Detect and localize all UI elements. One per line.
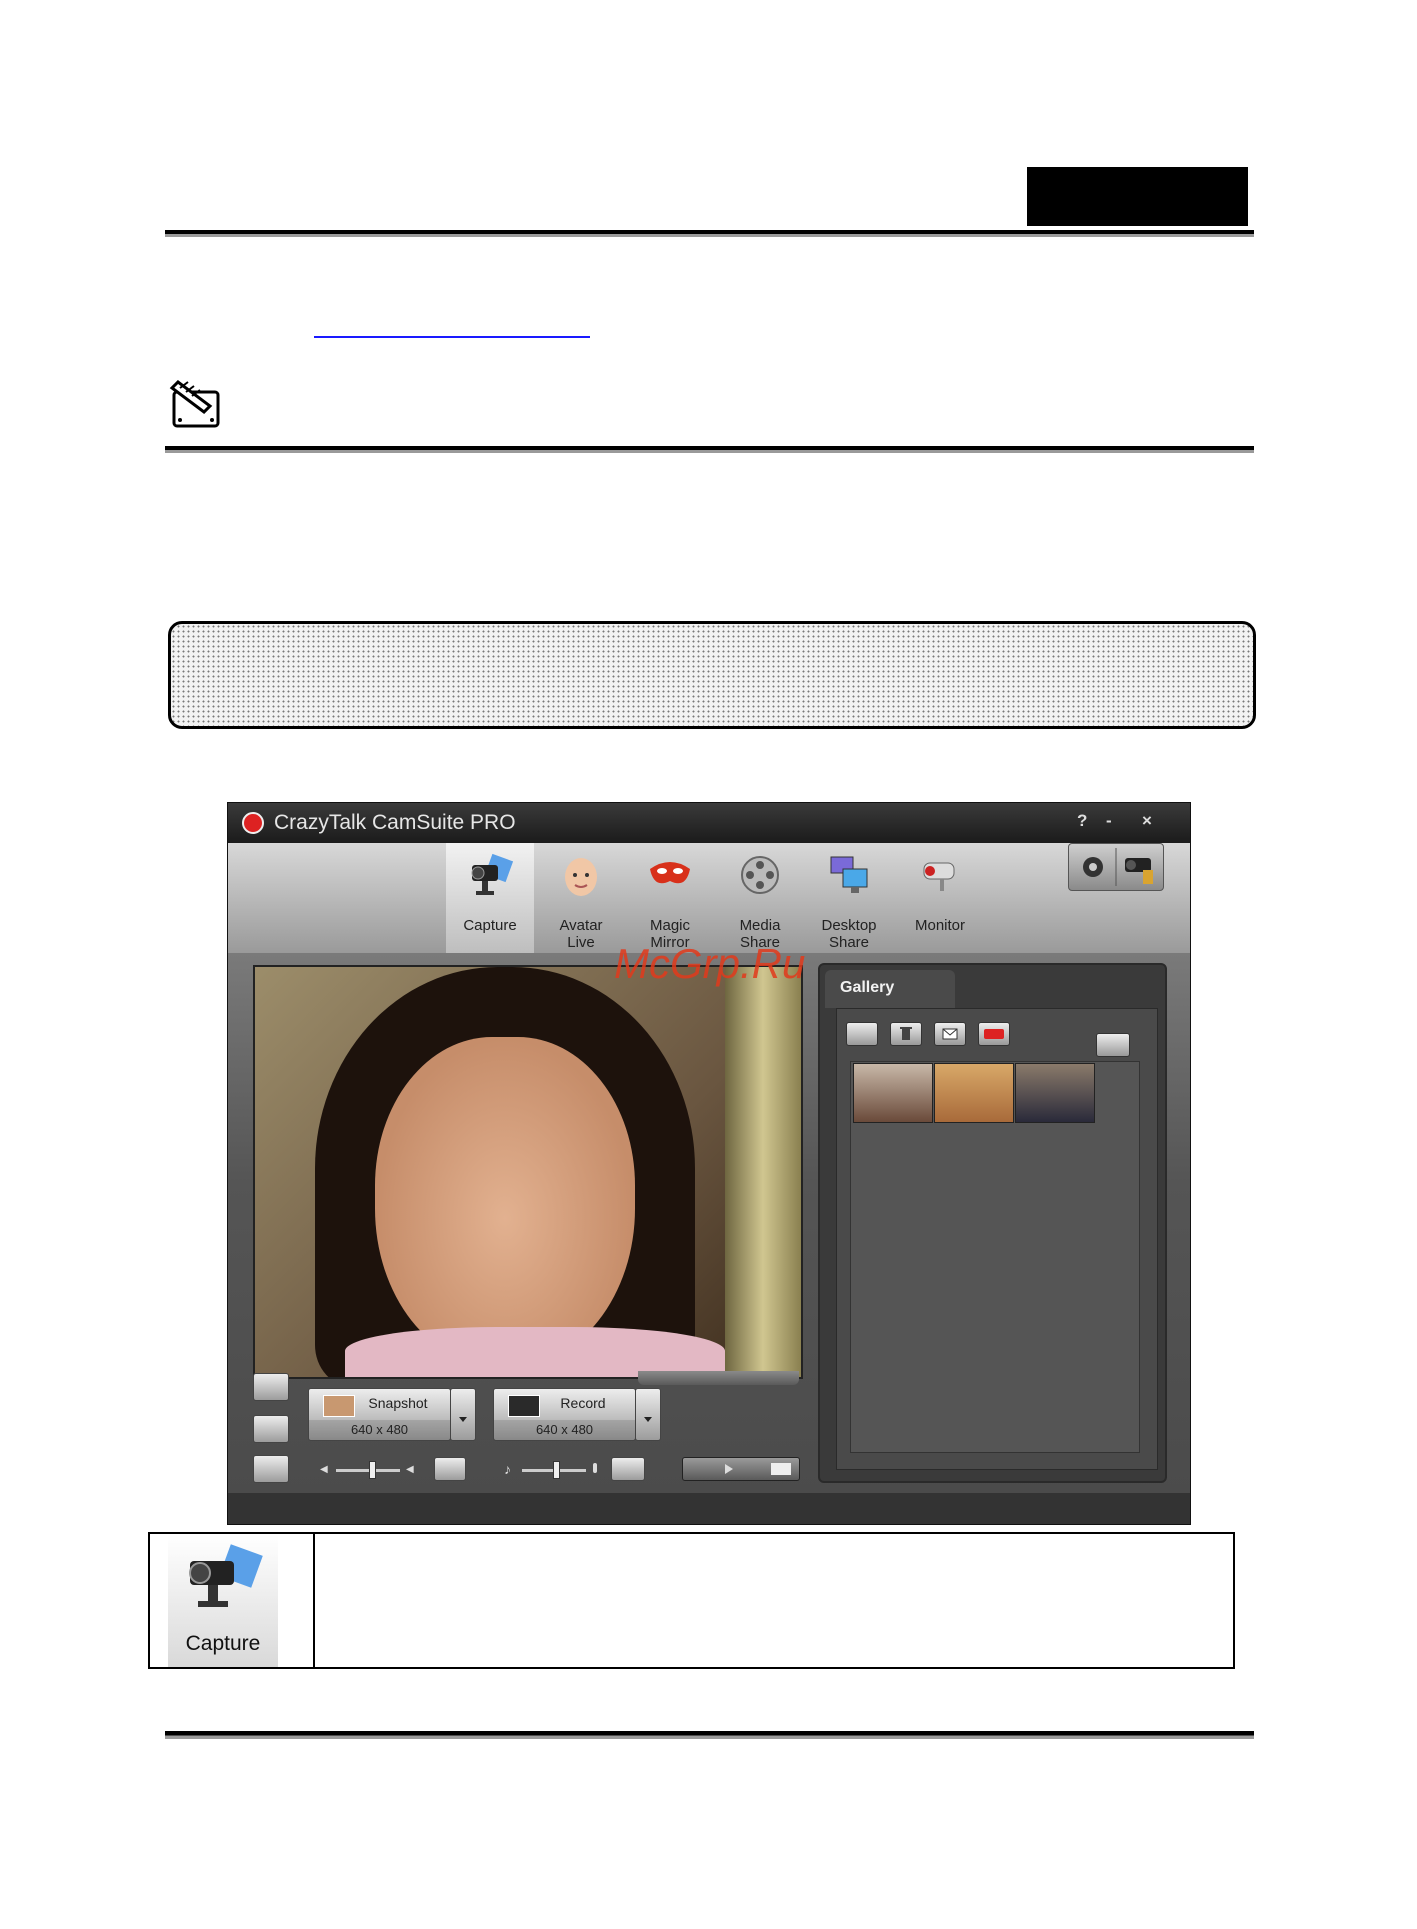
delete-button[interactable]	[890, 1022, 922, 1046]
chevron-down-icon	[644, 1417, 652, 1422]
email-button[interactable]	[934, 1022, 966, 1046]
speaker-button[interactable]	[434, 1457, 466, 1481]
mic-slider-knob[interactable]	[553, 1461, 560, 1479]
help-button[interactable]: ?	[1077, 811, 1087, 831]
language-tab	[1027, 167, 1248, 226]
hyperlink[interactable]	[314, 336, 590, 338]
snapshot-resolution: 640 x 480	[309, 1420, 450, 1440]
film-reel-icon	[741, 856, 779, 894]
app-window: CrazyTalk CamSuite PRO ? - × Capture Ava…	[227, 802, 1191, 1525]
volume-slider[interactable]	[336, 1469, 400, 1472]
gallery-title: Gallery	[840, 979, 895, 996]
snapshot-label: Snapshot	[368, 1395, 428, 1411]
record-dropdown-button[interactable]	[635, 1388, 661, 1441]
record-resolution: 640 x 480	[494, 1420, 635, 1440]
minimize-button[interactable]: -	[1106, 811, 1112, 831]
layout-toggle-button[interactable]	[1096, 1033, 1130, 1057]
tab-label: Avatar Live	[559, 917, 603, 951]
youtube-button[interactable]	[978, 1022, 1010, 1046]
section-rule	[165, 446, 1254, 453]
tab-media-share[interactable]: Media Share	[716, 843, 804, 955]
audio-settings-button[interactable]	[611, 1457, 645, 1481]
person-face	[375, 1037, 635, 1367]
gallery-thumbnail[interactable]	[934, 1063, 1014, 1123]
tab-label: Desktop Share	[821, 917, 877, 951]
record-label: Record	[560, 1395, 606, 1411]
trash-icon	[900, 1027, 912, 1040]
youtube-icon	[984, 1029, 1004, 1039]
gallery-thumbnail[interactable]	[853, 1063, 933, 1123]
chevron-down-icon	[459, 1417, 467, 1422]
background-window	[725, 967, 801, 1377]
snapshot-dropdown-button[interactable]	[450, 1388, 476, 1441]
volume-high-icon: ◀	[406, 1464, 414, 1475]
tab-magic-mirror[interactable]: Magic Mirror	[626, 843, 714, 955]
play-icon	[725, 1464, 733, 1474]
footer-rule	[165, 1731, 1254, 1739]
gallery-thumbnail[interactable]	[1015, 1063, 1095, 1123]
capture-icon-label: Capture	[185, 1632, 261, 1655]
view-gallery-button[interactable]	[846, 1022, 878, 1046]
watermark: McGrp.Ru	[614, 940, 806, 987]
video-preview	[253, 965, 803, 1379]
camera-icon	[189, 1544, 263, 1607]
tab-avatar-live[interactable]: Avatar Live	[537, 843, 625, 955]
gear-icon[interactable]	[1083, 857, 1103, 877]
tab-monitor[interactable]: Monitor	[896, 843, 984, 955]
app-logo-icon	[242, 812, 264, 834]
note-icon	[166, 378, 226, 430]
baby-face-icon	[565, 858, 597, 896]
camera-icon	[471, 853, 514, 895]
snapshot-button[interactable]: Snapshot 640 x 480	[308, 1388, 451, 1441]
header-rule	[165, 230, 1254, 237]
effects-button[interactable]	[253, 1455, 289, 1483]
close-button[interactable]: ×	[1142, 811, 1152, 831]
microphone-icon	[593, 1463, 597, 1473]
tab-capture[interactable]: Capture	[446, 843, 534, 955]
icon-table	[148, 1532, 1235, 1669]
video-mode-button[interactable]	[253, 1373, 289, 1401]
table-divider	[313, 1532, 315, 1669]
mask-icon	[650, 862, 690, 884]
app-title: CrazyTalk CamSuite PRO	[274, 811, 516, 834]
webcam-settings-icon[interactable]	[1125, 858, 1153, 884]
stop-icon	[771, 1463, 791, 1475]
volume-low-icon: ◀	[320, 1464, 328, 1475]
text-overlay-button[interactable]	[253, 1415, 289, 1443]
security-camera-icon	[923, 862, 955, 891]
heading-box	[168, 621, 1256, 729]
settings-group	[1068, 843, 1164, 891]
record-button[interactable]: Record 640 x 480	[493, 1388, 636, 1441]
envelope-icon	[942, 1028, 958, 1040]
music-note-icon: ♪	[504, 1461, 511, 1477]
monitors-icon	[830, 856, 868, 893]
tab-desktop-share[interactable]: Desktop Share	[805, 843, 893, 955]
status-bar	[228, 1493, 1190, 1524]
playback-bar[interactable]	[682, 1457, 800, 1481]
tab-label: Monitor	[914, 917, 966, 934]
tab-label: Capture	[463, 917, 517, 934]
volume-slider-knob[interactable]	[369, 1461, 376, 1479]
video-tray	[638, 1371, 799, 1385]
